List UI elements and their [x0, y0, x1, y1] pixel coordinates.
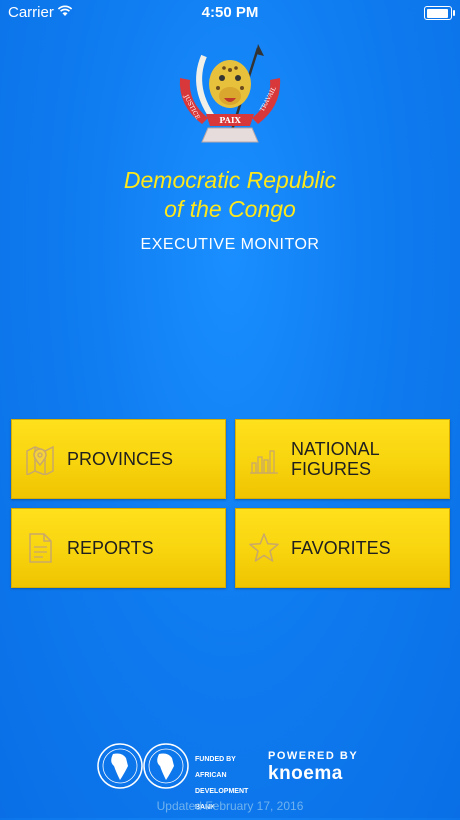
clock: 4:50 PM: [201, 4, 259, 21]
reports-button[interactable]: REPORTS: [11, 508, 226, 588]
knoema-logo: knoema: [268, 763, 343, 784]
coat-of-arms-emblem: PAIX JUSTICE TRAVAIL: [179, 44, 281, 143]
favorites-label: FAVORITES: [291, 538, 391, 558]
status-bar: Carrier 4:50 PM: [0, 0, 460, 26]
national-figures-button[interactable]: NATIONAL FIGURES: [235, 419, 450, 499]
document-icon: [29, 533, 52, 563]
national-figures-label-line1: NATIONAL: [291, 439, 380, 459]
provinces-label: PROVINCES: [67, 449, 174, 469]
funded-line3: DEVELOPMENT: [195, 788, 249, 795]
updated-date: Updated February 17, 2016: [156, 799, 304, 813]
national-figures-label: NATIONAL FIGURES: [291, 439, 380, 479]
country-title-line2: of the Congo: [164, 196, 296, 222]
funded-line1: FUNDED BY: [195, 756, 236, 763]
favorites-button[interactable]: FAVORITES: [235, 508, 450, 588]
motto-paix: PAIX: [219, 115, 241, 125]
footer: FUNDED BY AFRICAN DEVELOPMENT BANK POWER…: [0, 740, 460, 818]
powered-by-text: POWERED BY: [268, 750, 359, 762]
app-subtitle: EXECUTIVE MONITOR: [140, 236, 320, 253]
map-pin-icon: [26, 445, 54, 475]
country-title-line1: Democratic Republic: [123, 167, 337, 193]
funded-line2: AFRICAN: [195, 772, 227, 779]
star-icon: [249, 533, 279, 562]
country-title: Democratic Republic of the Congo: [0, 166, 460, 224]
battery-icon: [424, 6, 455, 20]
reports-label: REPORTS: [67, 538, 154, 558]
bar-chart-icon: [250, 450, 278, 474]
afdb-logo: [97, 743, 189, 789]
provinces-button[interactable]: PROVINCES: [11, 419, 226, 499]
national-figures-label-line2: FIGURES: [291, 459, 372, 479]
